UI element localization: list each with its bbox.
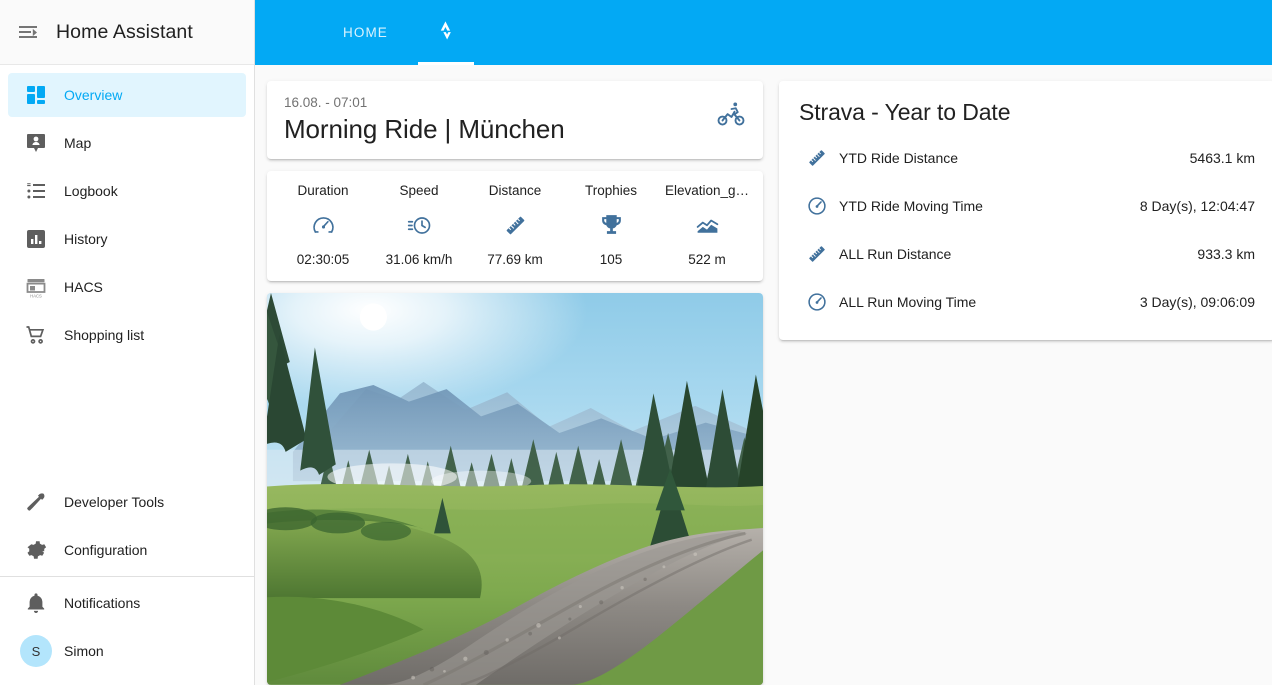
elevation-rise-icon [695, 212, 720, 238]
bike-icon [716, 95, 746, 134]
stat-label: Trophies [584, 183, 638, 199]
view-dashboard-icon [8, 83, 64, 107]
sidebar-item-label: Configuration [64, 542, 148, 558]
sidebar-item-label: Overview [64, 87, 123, 103]
stat-value: 31.06 km/h [385, 252, 453, 268]
strava-card-title: Strava - Year to Date [799, 99, 1011, 125]
sidebar-item-label: Notifications [64, 595, 141, 611]
strava-row-name: ALL Run Moving Time [839, 294, 977, 310]
ride-stats-card: Duration 02:30:05 Speed 31.06 km/h Dista… [267, 171, 763, 282]
sidebar-item-logbook[interactable]: Logbook [8, 169, 246, 213]
sidebar-item-developer-tools[interactable]: Developer Tools [8, 480, 246, 524]
ride-photo-card[interactable] [267, 293, 763, 685]
strava-row-value: 5463.1 km [1189, 150, 1255, 166]
ride-photo [267, 293, 763, 685]
stat-label: Speed [399, 183, 439, 199]
view-tabs: HOME [325, 0, 486, 65]
ride-header-text: 16.08. - 07:01 Morning Ride | München [284, 95, 565, 144]
format-list-bulleted-icon [8, 179, 64, 203]
stat-speed[interactable]: Speed 31.06 km/h [371, 183, 467, 267]
sidebar-nav: Overview Map Logbook History HACS HACS S… [0, 65, 254, 361]
app-root: Home Assistant Overview Map Logbook Hist… [0, 0, 1272, 685]
gauge-icon [311, 212, 336, 238]
strava-row-ytd-ride-distance[interactable]: YTD Ride Distance 5463.1 km [795, 134, 1259, 182]
strava-logo-icon [435, 20, 457, 45]
sidebar-item-notifications[interactable]: Notifications [8, 581, 246, 625]
column-left: 16.08. - 07:01 Morning Ride | München Du… [267, 81, 763, 685]
svg-text:HACS: HACS [30, 293, 42, 298]
gauge-icon [795, 195, 839, 217]
stat-label: Distance [488, 183, 542, 199]
sidebar-item-map[interactable]: Map [8, 121, 246, 165]
sidebar-bottom: Developer Tools Configuration Notificati… [0, 476, 254, 685]
sidebar-item-label: Developer Tools [64, 494, 165, 510]
stat-label: Elevation_g… [664, 183, 750, 199]
strava-row-all-run-distance[interactable]: ALL Run Distance 933.3 km [795, 230, 1259, 278]
strava-row-all-run-moving-time[interactable]: ALL Run Moving Time 3 Day(s), 09:06:09 [795, 278, 1259, 326]
sidebar-item-overview[interactable]: Overview [8, 73, 246, 117]
column-right: Strava - Year to Date YTD Ride Distance … [779, 81, 1272, 685]
ride-date: 16.08. - 07:01 [284, 95, 368, 110]
hacs-storefront-icon: HACS [8, 275, 64, 299]
strava-row-name: YTD Ride Moving Time [839, 198, 983, 214]
stat-value: 02:30:05 [296, 252, 350, 268]
cart-icon [8, 323, 64, 347]
top-app-bar: HOME [255, 0, 1272, 65]
stat-duration[interactable]: Duration 02:30:05 [275, 183, 371, 267]
trophy-icon [599, 212, 624, 238]
hammer-icon [8, 490, 64, 514]
ride-title: Morning Ride | München [284, 114, 565, 144]
strava-row-value: 933.3 km [1197, 246, 1255, 262]
map-marker-account-icon [8, 131, 64, 155]
stat-value: 77.69 km [487, 252, 543, 268]
sidebar-item-label: Logbook [64, 183, 118, 199]
sidebar-item-user[interactable]: S Simon [8, 629, 246, 673]
sidebar-divider [0, 576, 254, 577]
tab-label: HOME [343, 25, 388, 40]
strava-row-name: YTD Ride Distance [839, 150, 959, 166]
stat-distance[interactable]: Distance 77.69 km [467, 183, 563, 267]
sidebar-item-shopping-list[interactable]: Shopping list [8, 313, 246, 357]
sidebar-item-label: HACS [64, 279, 103, 295]
tab-strava[interactable] [406, 0, 486, 65]
avatar: S [8, 635, 64, 667]
gauge-icon [795, 291, 839, 313]
sidebar-item-label: Simon [64, 643, 104, 659]
sidebar-item-label: History [64, 231, 108, 247]
main-area: HOME 16.08. - 07:01 Morning Ride | Münch… [255, 0, 1272, 685]
bell-icon [8, 591, 64, 615]
stat-trophies[interactable]: Trophies 105 [563, 183, 659, 267]
strava-row-value: 8 Day(s), 12:04:47 [1139, 198, 1255, 214]
clock-fast-icon [407, 212, 432, 238]
sidebar-header: Home Assistant [0, 0, 254, 65]
stat-elevation-gain[interactable]: Elevation_g… 522 m [659, 183, 755, 267]
sidebar-item-label: Shopping list [64, 327, 145, 343]
dashboard-content: 16.08. - 07:01 Morning Ride | München Du… [255, 65, 1272, 685]
strava-row-ytd-ride-moving-time[interactable]: YTD Ride Moving Time 8 Day(s), 12:04:47 [795, 182, 1259, 230]
sidebar-item-configuration[interactable]: Configuration [8, 528, 246, 572]
ruler-icon [795, 243, 839, 265]
stat-label: Duration [297, 183, 349, 199]
menu-open-icon[interactable] [0, 0, 56, 65]
page-title: Home Assistant [56, 20, 193, 43]
strava-card: Strava - Year to Date YTD Ride Distance … [779, 81, 1272, 340]
stat-value: 522 m [688, 252, 726, 268]
ride-header-card: 16.08. - 07:01 Morning Ride | München [267, 81, 763, 160]
gear-icon [8, 538, 64, 562]
strava-row-value: 3 Day(s), 09:06:09 [1139, 294, 1255, 310]
stat-value: 105 [599, 252, 623, 268]
sidebar: Home Assistant Overview Map Logbook Hist… [0, 0, 255, 685]
sidebar-item-history[interactable]: History [8, 217, 246, 261]
strava-row-name: ALL Run Distance [839, 246, 952, 262]
tab-home[interactable]: HOME [325, 0, 406, 65]
avatar-initial: S [20, 635, 52, 667]
ruler-icon [795, 147, 839, 169]
chart-box-icon [8, 227, 64, 251]
ruler-icon [503, 212, 528, 238]
sidebar-item-hacs[interactable]: HACS HACS [8, 265, 246, 309]
sidebar-item-label: Map [64, 135, 92, 151]
